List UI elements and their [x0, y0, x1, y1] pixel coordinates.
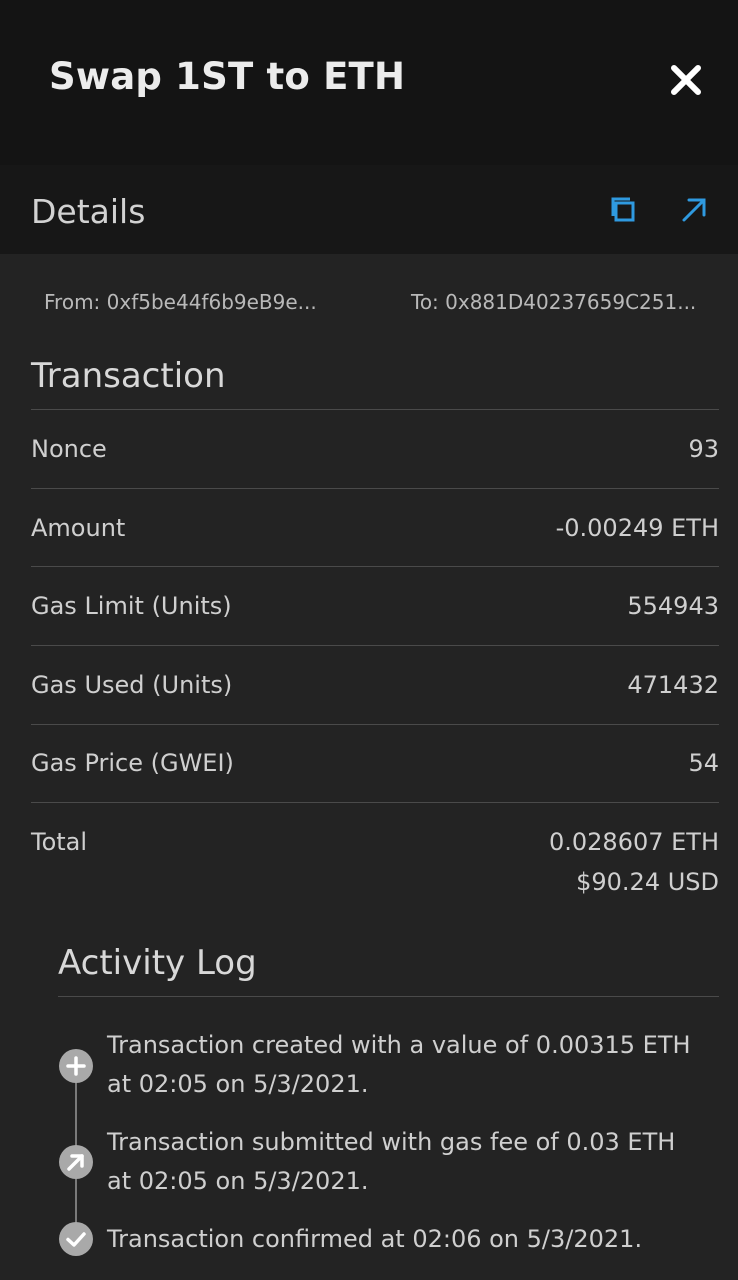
row-label: Gas Price (GWEI): [31, 749, 234, 777]
details-bar: Details: [0, 165, 738, 254]
close-icon: [671, 65, 701, 95]
close-button[interactable]: [664, 58, 708, 102]
plus-icon: [59, 1049, 93, 1083]
transaction-details-page: Swap 1ST to ETH Details From: 0xf5be44f6…: [0, 0, 738, 1280]
check-icon: [59, 1222, 93, 1256]
copy-icon: [611, 197, 635, 222]
divider: [31, 566, 719, 567]
external-link-icon: [682, 198, 706, 222]
row-value: 54: [688, 749, 719, 777]
row-label: Nonce: [31, 435, 107, 463]
row-value: 93: [688, 435, 719, 463]
divider: [31, 802, 719, 803]
row-label: Amount: [31, 514, 126, 542]
divider: [31, 488, 719, 489]
activity-log-entry: Transaction created with a value of 0.00…: [107, 1031, 691, 1098]
arrow-up-right-icon: [59, 1145, 93, 1179]
row-label: Total: [31, 828, 88, 856]
total-eth-value: 0.028607 ETH: [548, 828, 719, 856]
total-usd-value: $90.24 USD: [576, 868, 719, 896]
row-label: Gas Used (Units): [31, 671, 233, 699]
divider: [31, 645, 719, 646]
activity-log-entry: Transaction confirmed at 02:06 on 5/3/20…: [107, 1225, 643, 1253]
header: Swap 1ST to ETH: [0, 0, 738, 165]
view-on-explorer-button[interactable]: [676, 192, 712, 228]
row-value: 554943: [627, 592, 719, 620]
to-address[interactable]: To: 0x881D40237659C251...: [411, 290, 696, 314]
row-value: -0.00249 ETH: [555, 514, 719, 542]
from-address[interactable]: From: 0xf5be44f6b9eB9e...: [44, 290, 317, 314]
activity-log-entry: Transaction submitted with gas fee of 0.…: [107, 1128, 676, 1195]
transaction-section-title: Transaction: [31, 356, 226, 396]
divider: [31, 409, 719, 410]
transaction-row-total: Total 0.028607 ETH $90.24 USD: [31, 828, 719, 908]
activity-log-title: Activity Log: [58, 943, 257, 983]
row-value: 471432: [627, 671, 719, 699]
details-title: Details: [31, 192, 146, 231]
divider: [58, 996, 719, 997]
row-label: Gas Limit (Units): [31, 592, 232, 620]
page-title: Swap 1ST to ETH: [49, 55, 406, 98]
divider: [31, 724, 719, 725]
copy-button[interactable]: [606, 192, 642, 228]
